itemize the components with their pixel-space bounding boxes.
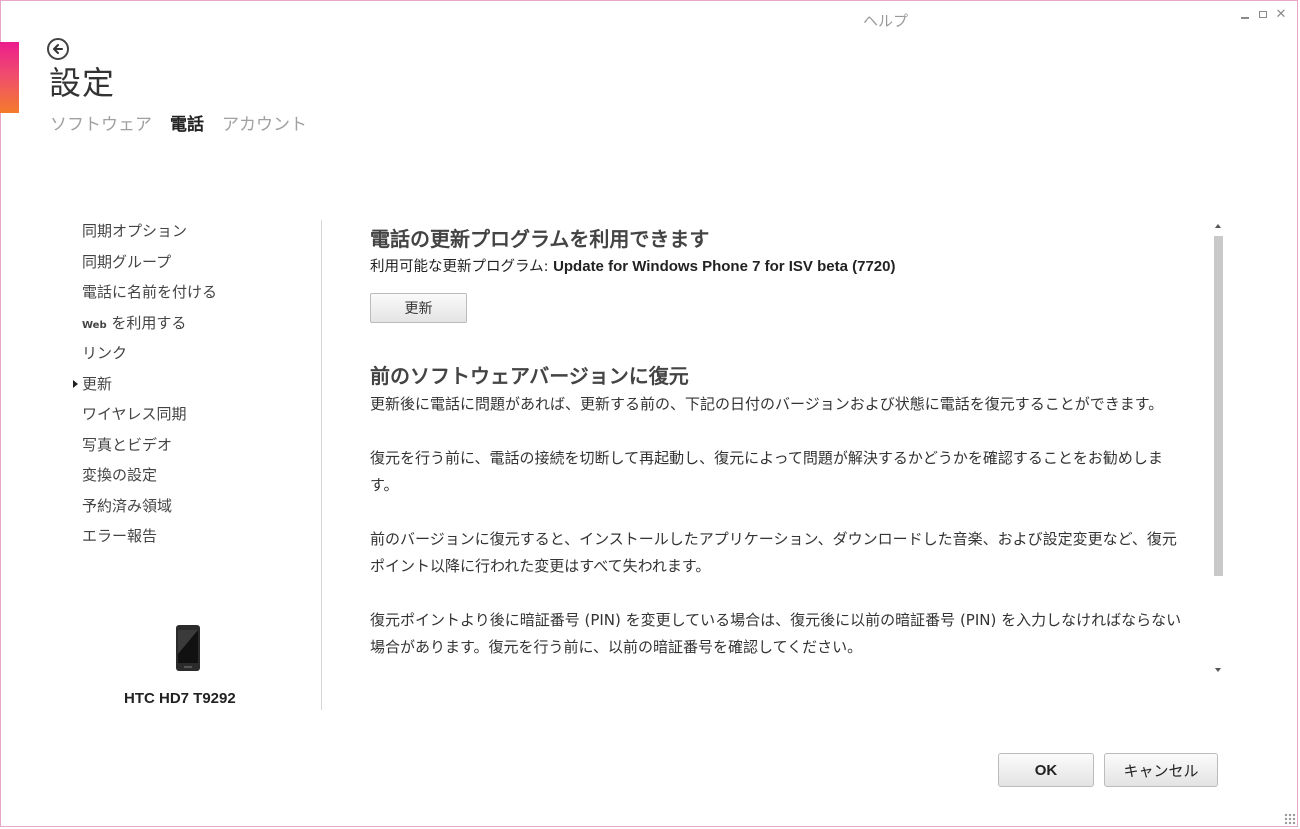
update-button[interactable]: 更新 — [370, 293, 467, 323]
available-update-line: 利用可能な更新プログラム: Update for Windows Phone 7… — [370, 256, 1200, 278]
ok-button[interactable]: OK — [998, 753, 1094, 787]
tab-phone[interactable]: 電話 — [170, 110, 204, 135]
sidebar-item-update[interactable]: 更新 — [72, 373, 217, 404]
restore-paragraph-3: 前のバージョンに復元すると、インストールしたアプリケーション、ダウンロードした音… — [370, 530, 1177, 575]
available-update-label: 利用可能な更新プログラム: — [370, 259, 554, 275]
sidebar-item-name-phone[interactable]: 電話に名前を付ける — [82, 281, 217, 312]
restore-paragraph-4: 復元ポイントより後に暗証番号 (PIN) を変更している場合は、復元後に以前の暗… — [370, 611, 1182, 656]
scroll-up-arrow-icon[interactable] — [1215, 224, 1221, 228]
help-link[interactable]: ヘルプ — [863, 10, 908, 31]
web-prefix-label: Web — [82, 319, 107, 331]
sidebar-item-conversion-settings[interactable]: 変換の設定 — [82, 464, 217, 495]
sidebar-item-photos-videos[interactable]: 写真とビデオ — [82, 434, 217, 465]
available-update-value: Update for Windows Phone 7 for ISV beta … — [553, 258, 896, 275]
tab-software[interactable]: ソフトウェア — [50, 110, 152, 135]
phone-device-icon — [175, 624, 201, 676]
window-controls: ✕ — [1238, 8, 1288, 22]
cancel-button[interactable]: キャンセル — [1104, 753, 1218, 787]
restore-title: 前のソフトウェアバージョンに復元 — [370, 364, 689, 388]
top-tabs: ソフトウェア 電話 アカウント — [50, 110, 307, 135]
back-arrow-icon[interactable] — [47, 38, 69, 60]
tab-account[interactable]: アカウント — [222, 110, 307, 135]
scrollbar-thumb[interactable] — [1214, 236, 1223, 576]
restore-paragraph-2: 復元を行う前に、電話の接続を切断して再起動し、復元によって問題が解決するかどうか… — [370, 449, 1163, 494]
update-content-pane: 電話の更新プログラムを利用できます 利用可能な更新プログラム: Update f… — [370, 224, 1200, 676]
sidebar-item-error-reporting[interactable]: エラー報告 — [82, 525, 217, 556]
sidebar-nav: 同期オプション 同期グループ 電話に名前を付ける Web を利用する リンク 更… — [72, 220, 217, 556]
sidebar-item-sync-options[interactable]: 同期オプション — [82, 220, 217, 251]
restore-section: 前のソフトウェアバージョンに復元 更新後に電話に問題があれば、更新する前の、下記… — [370, 361, 1200, 661]
brand-accent-bar — [0, 42, 19, 113]
resize-grip-icon[interactable] — [1284, 813, 1296, 825]
scroll-down-arrow-icon[interactable] — [1215, 668, 1221, 672]
page-title: 設定 — [49, 64, 116, 102]
device-name: HTC HD7 T9292 — [124, 690, 236, 707]
restore-paragraph-1: 更新後に電話に問題があれば、更新する前の、下記の日付のバージョンおよび状態に電話… — [370, 395, 1164, 413]
sidebar-item-link[interactable]: リンク — [82, 342, 217, 373]
minimize-button[interactable] — [1238, 8, 1252, 22]
maximize-button[interactable] — [1256, 8, 1270, 22]
sidebar-item-wireless-sync[interactable]: ワイヤレス同期 — [82, 403, 217, 434]
sidebar-item-reserved-space[interactable]: 予約済み領域 — [82, 495, 217, 526]
use-web-label: を利用する — [111, 313, 187, 332]
update-available-title: 電話の更新プログラムを利用できます — [370, 227, 710, 251]
content-scrollbar[interactable] — [1212, 222, 1226, 676]
sidebar-item-sync-groups[interactable]: 同期グループ — [82, 251, 217, 282]
sidebar-item-use-web[interactable]: Web を利用する — [82, 312, 217, 343]
vertical-divider — [321, 220, 322, 710]
close-button[interactable]: ✕ — [1274, 8, 1288, 22]
